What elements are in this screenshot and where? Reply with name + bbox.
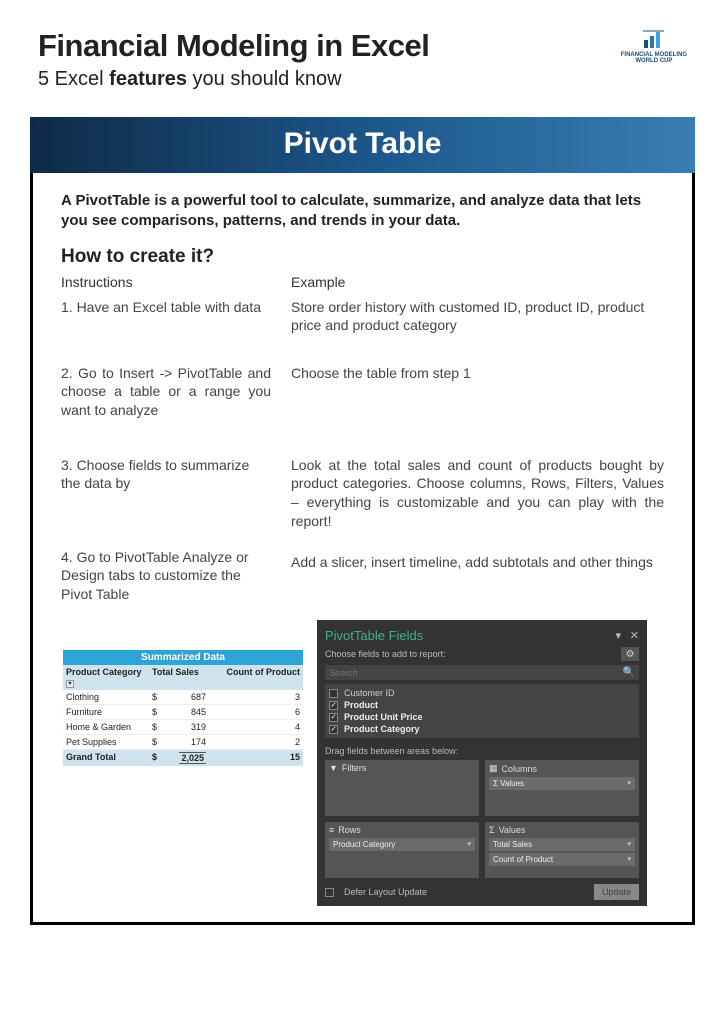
table-row: Clothing $687 3	[63, 690, 303, 705]
filter-icon: ▼	[329, 763, 338, 773]
filter-dropdown-icon[interactable]: ▾	[66, 680, 74, 688]
example-text: Store order history with customed ID, pr…	[291, 298, 664, 342]
instruction-step: 2. Go to Insert -> PivotTable and choose…	[61, 364, 271, 434]
field-item[interactable]: ✓ Product Unit Price	[329, 711, 635, 723]
field-item[interactable]: ✓ Product Category	[329, 723, 635, 735]
table-row: Pet Supplies $174 2	[63, 735, 303, 750]
content-frame: Pivot Table A PivotTable is a powerful t…	[30, 117, 695, 925]
panel-subtitle: Choose fields to add to report:	[325, 649, 446, 659]
table-title: Summarized Data	[63, 650, 303, 665]
summarized-data-table: Summarized Data Product Category ▾ Total…	[63, 650, 303, 766]
columns-icon: ▦	[489, 763, 498, 774]
area-item[interactable]: Count of Product▾	[489, 853, 635, 866]
close-icon[interactable]: ✕	[630, 630, 639, 642]
instruction-step: 1. Have an Excel table with data	[61, 298, 271, 342]
checkbox-icon[interactable]	[325, 888, 334, 897]
pivottable-fields-panel: PivotTable Fields ▾ ✕ Choose fields to a…	[317, 620, 647, 906]
chevron-down-icon[interactable]: ▾	[627, 840, 631, 849]
checkbox-icon[interactable]	[329, 689, 338, 698]
logo-icon	[640, 28, 668, 50]
area-item[interactable]: Σ Values▾	[489, 777, 635, 790]
col-header-instructions: Instructions	[61, 274, 271, 290]
search-input[interactable]	[329, 668, 623, 678]
example-text: Choose the table from step 1	[291, 364, 664, 434]
field-item[interactable]: ✓ Product	[329, 699, 635, 711]
area-item[interactable]: Total Sales▾	[489, 838, 635, 851]
howto-heading: How to create it?	[33, 246, 692, 274]
chevron-down-icon[interactable]: ▾	[627, 779, 631, 788]
example-text: Look at the total sales and count of pro…	[291, 456, 664, 532]
search-icon: 🔍	[623, 667, 635, 678]
field-list: Customer ID ✓ Product ✓ Product Unit Pri…	[325, 684, 639, 738]
values-icon: Σ	[489, 825, 495, 835]
field-item[interactable]: Customer ID	[329, 687, 635, 699]
area-item[interactable]: Product Category▾	[329, 838, 475, 851]
page-title: Financial Modeling in Excel	[38, 28, 429, 64]
table-row: Furniture $845 6	[63, 705, 303, 720]
section-banner: Pivot Table	[30, 117, 695, 173]
checkbox-icon[interactable]: ✓	[329, 725, 338, 734]
columns-area[interactable]: ▦Columns Σ Values▾	[485, 760, 639, 816]
page-header: Financial Modeling in Excel 5 Excel feat…	[0, 0, 725, 99]
drop-areas: ▼Filters ▦Columns Σ Values▾ ≡Rows Produc…	[325, 760, 639, 878]
table-grand-total: Grand Total $2,025 15	[63, 750, 303, 766]
fmwc-logo: FINANCIAL MODELING WORLD CUP	[621, 28, 687, 64]
gear-icon[interactable]: ⚙	[621, 647, 639, 661]
intro-text: A PivotTable is a powerful tool to calcu…	[33, 173, 692, 246]
rows-icon: ≡	[329, 825, 334, 835]
minimize-icon[interactable]: ▾	[615, 630, 621, 642]
rows-area[interactable]: ≡Rows Product Category▾	[325, 822, 479, 878]
table-header-row: Product Category ▾ Total Sales Count of …	[63, 665, 303, 690]
header-text: Financial Modeling in Excel 5 Excel feat…	[38, 28, 429, 91]
chevron-down-icon[interactable]: ▾	[467, 840, 471, 849]
chevron-down-icon[interactable]: ▾	[627, 855, 631, 864]
panel-title: PivotTable Fields	[325, 628, 423, 643]
instructions-grid: Instructions 1. Have an Excel table with…	[33, 274, 692, 627]
defer-layout-checkbox[interactable]: Defer Layout Update	[325, 887, 427, 897]
values-area[interactable]: ΣValues Total Sales▾ Count of Product▾	[485, 822, 639, 878]
visuals-row: Summarized Data Product Category ▾ Total…	[33, 620, 692, 906]
filters-area[interactable]: ▼Filters	[325, 760, 479, 816]
example-text: Add a slicer, insert timeline, add subto…	[291, 553, 664, 597]
col-header-example: Example	[291, 274, 664, 290]
drag-instruction: Drag fields between areas below:	[325, 746, 639, 756]
update-button[interactable]: Update	[594, 884, 639, 900]
instruction-step: 3. Choose fields to summarize the data b…	[61, 456, 271, 526]
table-row: Home & Garden $319 4	[63, 720, 303, 735]
checkbox-icon[interactable]: ✓	[329, 713, 338, 722]
field-search[interactable]: 🔍	[325, 665, 639, 680]
page-subtitle: 5 Excel features you should know	[38, 68, 429, 91]
instruction-step: 4. Go to PivotTable Analyze or Design ta…	[61, 548, 271, 605]
checkbox-icon[interactable]: ✓	[329, 701, 338, 710]
